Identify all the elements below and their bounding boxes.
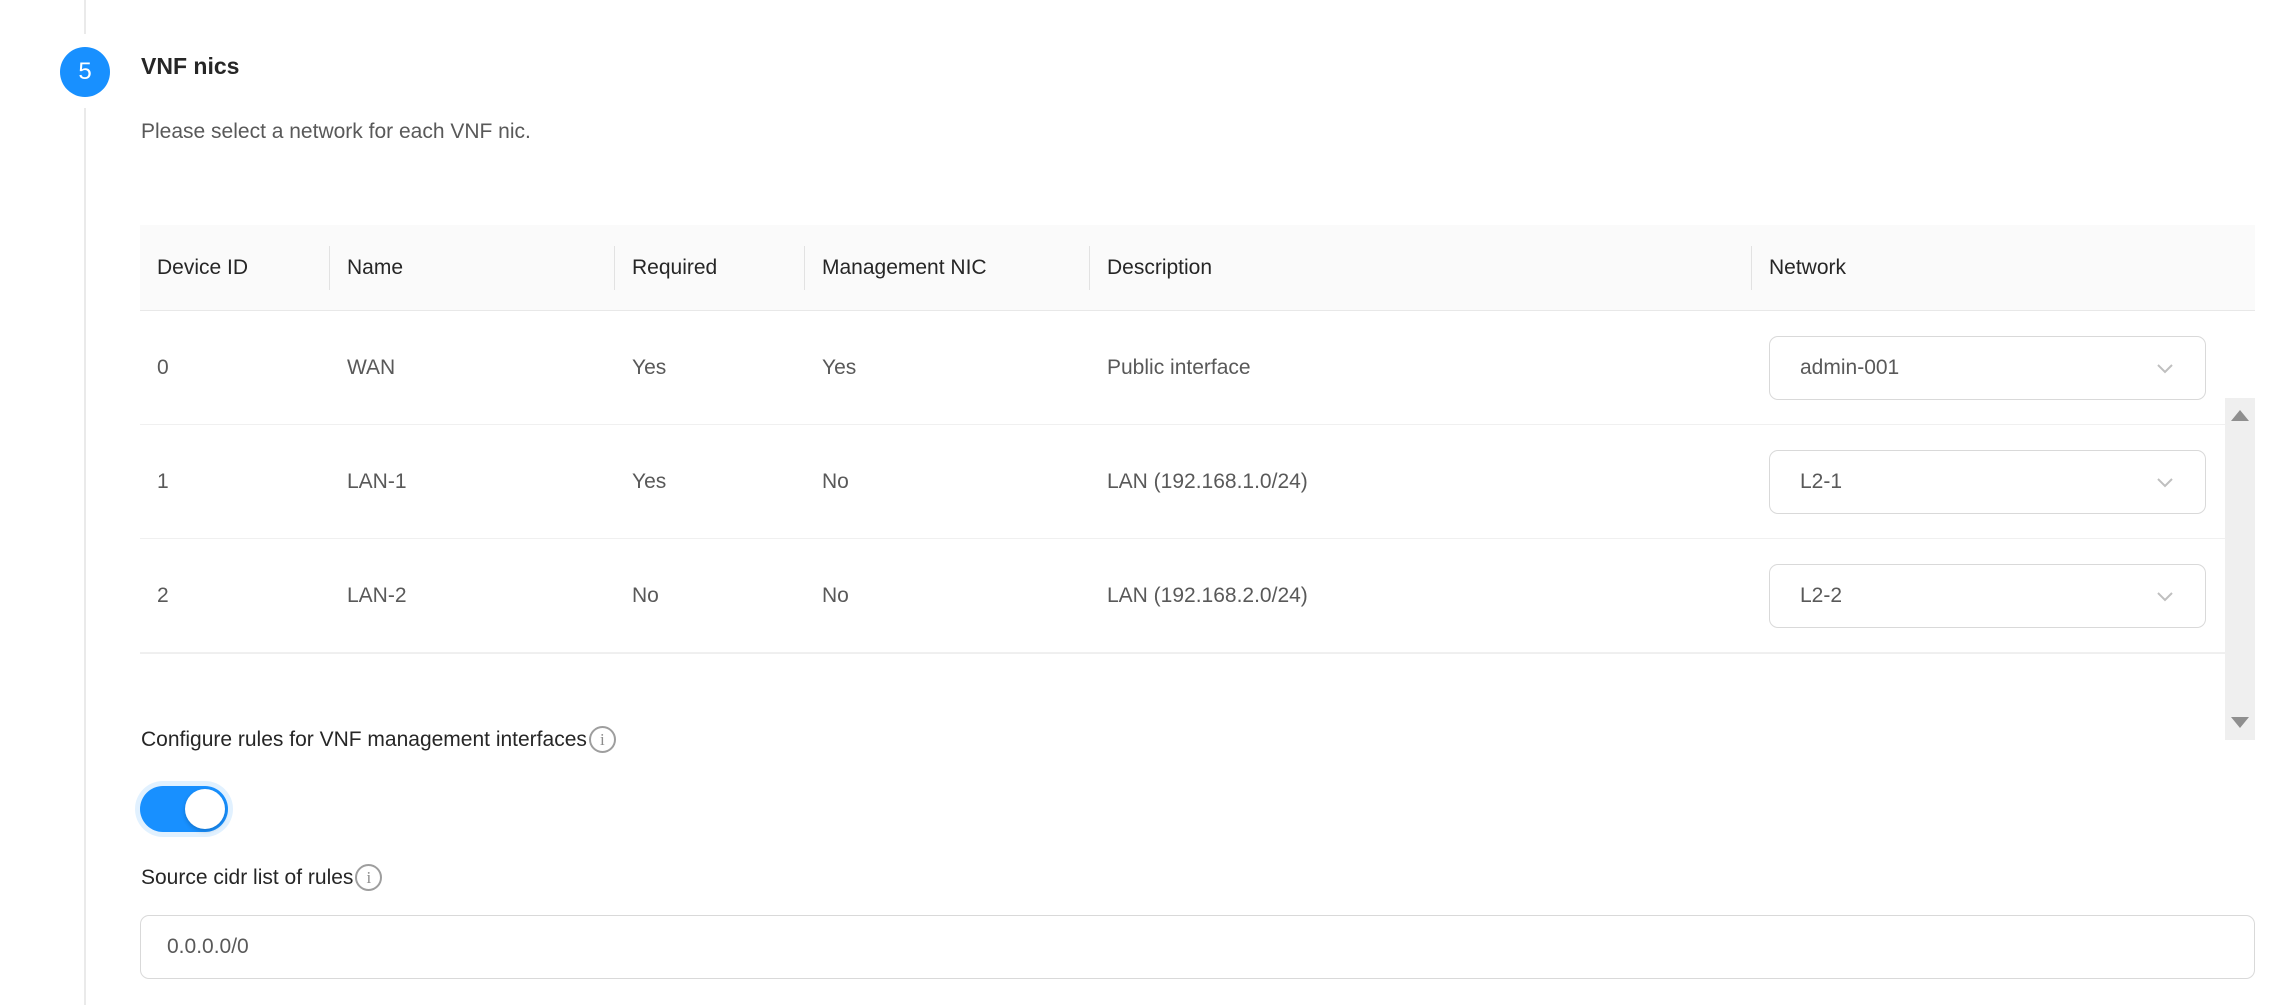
info-circle-icon[interactable]: i <box>589 726 616 753</box>
cell-management-nic: No <box>805 470 1090 494</box>
network-select-value: L2-1 <box>1800 470 1842 494</box>
configure-rules-toggle[interactable] <box>140 786 228 832</box>
configure-rules-label-text: Configure rules for VNF management inter… <box>141 728 587 752</box>
step-connector-line <box>84 0 86 34</box>
step-indicator: 5 <box>60 47 110 97</box>
triangle-down-icon <box>2231 717 2249 728</box>
cell-network: admin-001 <box>1752 336 2255 400</box>
source-cidr-label: Source cidr list of rulesi <box>141 864 382 891</box>
scroll-up-button[interactable] <box>2225 398 2255 432</box>
cell-network: L2-2 <box>1752 564 2255 628</box>
network-select[interactable]: admin-001 <box>1769 336 2206 400</box>
source-cidr-label-text: Source cidr list of rules <box>141 866 353 890</box>
cell-name: LAN-2 <box>330 584 615 608</box>
chevron-down-icon <box>2153 470 2177 494</box>
table-row: 1 LAN-1 Yes No LAN (192.168.1.0/24) L2-1 <box>140 425 2225 539</box>
cell-device-id: 1 <box>140 470 330 494</box>
cell-name: LAN-1 <box>330 470 615 494</box>
configure-rules-label: Configure rules for VNF management inter… <box>141 726 616 753</box>
network-select[interactable]: L2-1 <box>1769 450 2206 514</box>
step-number: 5 <box>78 58 91 86</box>
cell-description: Public interface <box>1090 356 1752 380</box>
scroll-down-button[interactable] <box>2225 706 2255 740</box>
cell-description: LAN (192.168.1.0/24) <box>1090 470 1752 494</box>
cell-name: WAN <box>330 356 615 380</box>
column-header-description: Description <box>1090 256 1752 280</box>
column-header-device-id: Device ID <box>140 256 330 280</box>
cell-device-id: 0 <box>140 356 330 380</box>
cell-description: LAN (192.168.2.0/24) <box>1090 584 1752 608</box>
chevron-down-icon <box>2153 584 2177 608</box>
network-select-value: L2-2 <box>1800 584 1842 608</box>
vnf-nics-step-page: 5 VNF nics Please select a network for e… <box>0 0 2289 1005</box>
network-select-value: admin-001 <box>1800 356 1899 380</box>
step-connector-line <box>84 108 86 1005</box>
source-cidr-input[interactable] <box>140 915 2255 979</box>
column-header-required: Required <box>615 256 805 280</box>
vnf-nic-table: Device ID Name Required Management NIC D… <box>140 225 2255 654</box>
page-title: VNF nics <box>141 53 239 80</box>
network-select[interactable]: L2-2 <box>1769 564 2206 628</box>
toggle-knob <box>185 789 225 829</box>
cell-device-id: 2 <box>140 584 330 608</box>
cell-management-nic: No <box>805 584 1090 608</box>
chevron-down-icon <box>2153 356 2177 380</box>
info-circle-icon[interactable]: i <box>355 864 382 891</box>
cell-network: L2-1 <box>1752 450 2255 514</box>
column-header-name: Name <box>330 256 615 280</box>
cell-management-nic: Yes <box>805 356 1090 380</box>
table-body: 0 WAN Yes Yes Public interface admin-001… <box>140 311 2255 654</box>
step-description: Please select a network for each VNF nic… <box>141 120 531 144</box>
cell-required: No <box>615 584 805 608</box>
cell-required: Yes <box>615 356 805 380</box>
table-row: 2 LAN-2 No No LAN (192.168.2.0/24) L2-2 <box>140 539 2225 653</box>
column-header-network: Network <box>1752 256 2255 280</box>
triangle-up-icon <box>2231 410 2249 421</box>
table-row: 0 WAN Yes Yes Public interface admin-001 <box>140 311 2225 425</box>
table-scrollbar[interactable] <box>2225 398 2255 740</box>
cell-required: Yes <box>615 470 805 494</box>
column-header-management-nic: Management NIC <box>805 256 1090 280</box>
table-header-row: Device ID Name Required Management NIC D… <box>140 225 2255 311</box>
